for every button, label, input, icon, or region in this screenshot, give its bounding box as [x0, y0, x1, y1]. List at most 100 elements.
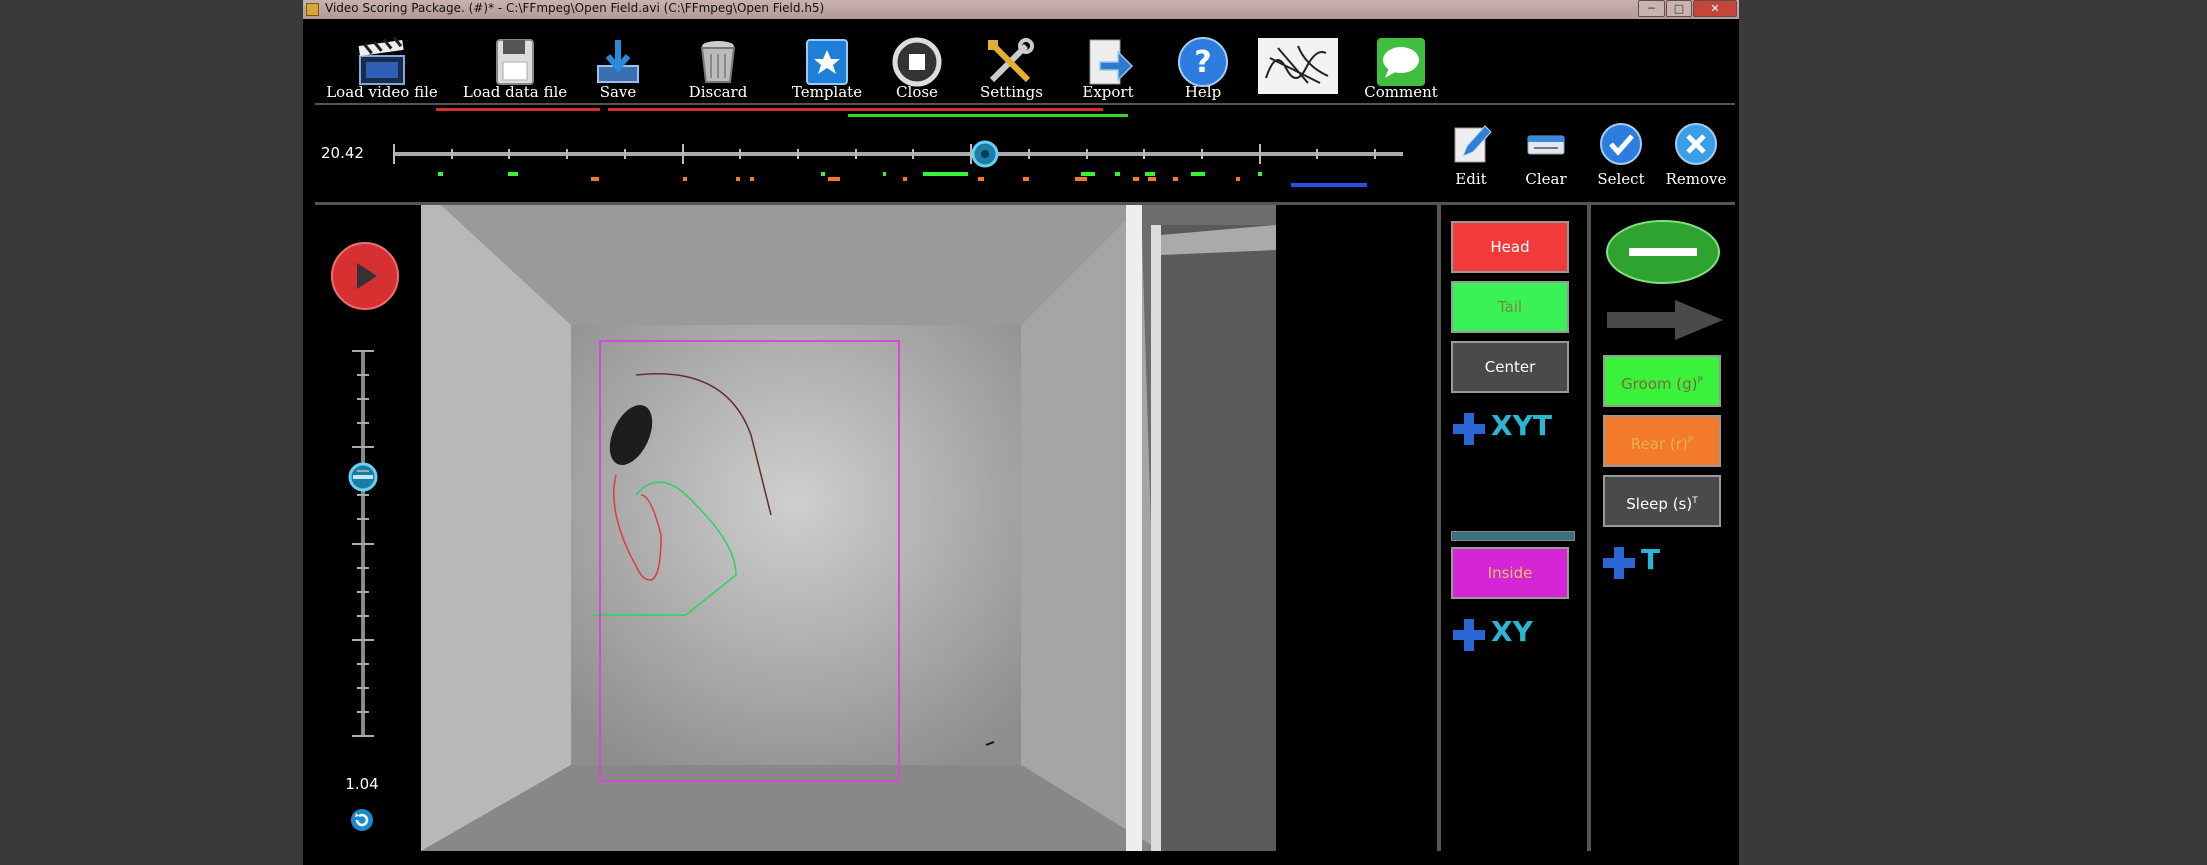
panel-resize-handle[interactable] [1451, 531, 1575, 541]
timeline-tick [1085, 149, 1088, 159]
next-arrow-button[interactable] [1607, 300, 1723, 340]
event-mark [883, 172, 886, 176]
event-mark [591, 177, 599, 181]
close-window-button[interactable]: ✕ [1693, 0, 1737, 17]
speed-thumb[interactable] [347, 461, 379, 493]
comment-bubble-icon [1377, 38, 1425, 86]
head-button[interactable]: Head [1451, 221, 1569, 273]
arrow-right-icon [1607, 300, 1723, 340]
speed-tick [357, 518, 369, 521]
comment-button[interactable]: Comment [1361, 28, 1441, 108]
timeline-tick [912, 149, 915, 159]
timeline-tick [970, 144, 973, 164]
behaviors-panel: Groom (g)P Rear (r)P Sleep (s)T T [1591, 205, 1739, 851]
speed-tick [357, 398, 369, 401]
timeline-tick [1027, 149, 1030, 159]
groom-button[interactable]: Groom (g)P [1603, 355, 1721, 407]
event-mark [1115, 172, 1120, 176]
speed-tick [357, 422, 369, 425]
clear-button[interactable]: Clear [1511, 122, 1581, 212]
sketch-logo-icon [1258, 38, 1338, 94]
rear-button[interactable]: Rear (r)P [1603, 415, 1721, 467]
groom-label: Groom (g) [1621, 375, 1698, 393]
export-button[interactable]: Export [1078, 28, 1138, 108]
window-title: Video Scoring Package. (#)* - C:\FFmpeg\… [325, 1, 825, 15]
add-xy-button[interactable]: XY [1441, 611, 1551, 659]
speed-tick [352, 350, 374, 352]
rear-label: Rear (r) [1630, 435, 1688, 453]
status-line-green [848, 114, 1128, 117]
status-line-red-2 [608, 108, 1103, 111]
play-button[interactable] [330, 241, 400, 311]
speed-tick [352, 638, 374, 641]
speed-tick [357, 470, 369, 473]
timeline-tick [739, 149, 742, 159]
help-label: Help [1184, 83, 1222, 101]
speed-tick [357, 566, 369, 569]
timeline-tick [623, 149, 626, 159]
roi-boundary[interactable] [599, 340, 900, 782]
speed-tick [357, 662, 369, 665]
groom-sup: P [1697, 376, 1703, 386]
minimize-button[interactable]: ─ [1638, 0, 1665, 17]
eraser-icon [1527, 135, 1565, 155]
video-frame[interactable] [421, 205, 1276, 851]
select-button[interactable]: Select [1586, 122, 1656, 212]
discard-button[interactable]: Discard [688, 28, 748, 108]
checkmark-icon [1600, 123, 1642, 165]
select-label: Select [1597, 170, 1645, 188]
sleep-button[interactable]: Sleep (s)T [1603, 475, 1721, 527]
timeline-slider[interactable] [393, 152, 1403, 156]
inside-button[interactable]: Inside [1451, 547, 1569, 599]
template-button[interactable]: Template [787, 28, 867, 108]
speed-tick [357, 686, 369, 689]
status-line-red-1 [436, 108, 600, 111]
event-mark [736, 177, 740, 181]
export-arrow-icon [1089, 39, 1134, 85]
edit-label: Edit [1455, 170, 1487, 188]
event-mark [683, 177, 687, 181]
save-button[interactable]: Save [588, 28, 648, 108]
speed-tick [357, 374, 369, 377]
close-button[interactable]: Close [887, 28, 947, 108]
add-xyt-button[interactable]: XYT [1441, 405, 1552, 453]
speed-tick [357, 614, 369, 617]
minus-button[interactable] [1605, 219, 1721, 285]
plus-icon [1453, 413, 1485, 445]
save-label: Save [599, 83, 637, 101]
trash-can-icon [700, 41, 736, 83]
selection-range [1291, 183, 1367, 187]
settings-button[interactable]: Settings [980, 28, 1043, 108]
speed-readout: 1.04 [345, 775, 379, 793]
rear-sup: P [1687, 436, 1694, 446]
add-t-button[interactable]: T [1591, 539, 1701, 587]
clear-label: Clear [1525, 170, 1567, 188]
settings-label: Settings [980, 83, 1043, 101]
timeline-thumb[interactable] [971, 140, 999, 168]
toolbar-divider [315, 103, 1735, 105]
save-arrow-icon [597, 40, 639, 83]
load-data-label: Load data file [462, 83, 568, 101]
remove-label: Remove [1665, 170, 1727, 188]
event-mark [1145, 172, 1155, 176]
plus-icon [1603, 547, 1635, 579]
timeline-tick [854, 149, 857, 159]
tail-button[interactable]: Tail [1451, 281, 1569, 333]
event-mark [978, 177, 984, 181]
remove-button[interactable]: Remove [1661, 122, 1731, 212]
load-data-button[interactable]: Load data file [460, 28, 570, 108]
maximize-button[interactable]: □ [1666, 0, 1692, 17]
add-xyt-label: XYT [1491, 409, 1552, 442]
timeline-tick [1374, 149, 1377, 159]
event-mark [750, 177, 754, 181]
timeline-tick [1201, 149, 1203, 159]
playback-panel: 1.04 [303, 205, 421, 851]
speed-tick [357, 494, 369, 497]
reset-speed-button[interactable] [350, 808, 374, 832]
add-xy-label: XY [1491, 615, 1533, 648]
load-video-button[interactable]: Load video file [326, 28, 438, 108]
event-mark [1081, 172, 1095, 176]
help-button[interactable]: ? Help [1173, 28, 1233, 108]
edit-button[interactable]: Edit [1436, 122, 1506, 212]
center-button[interactable]: Center [1451, 341, 1569, 393]
